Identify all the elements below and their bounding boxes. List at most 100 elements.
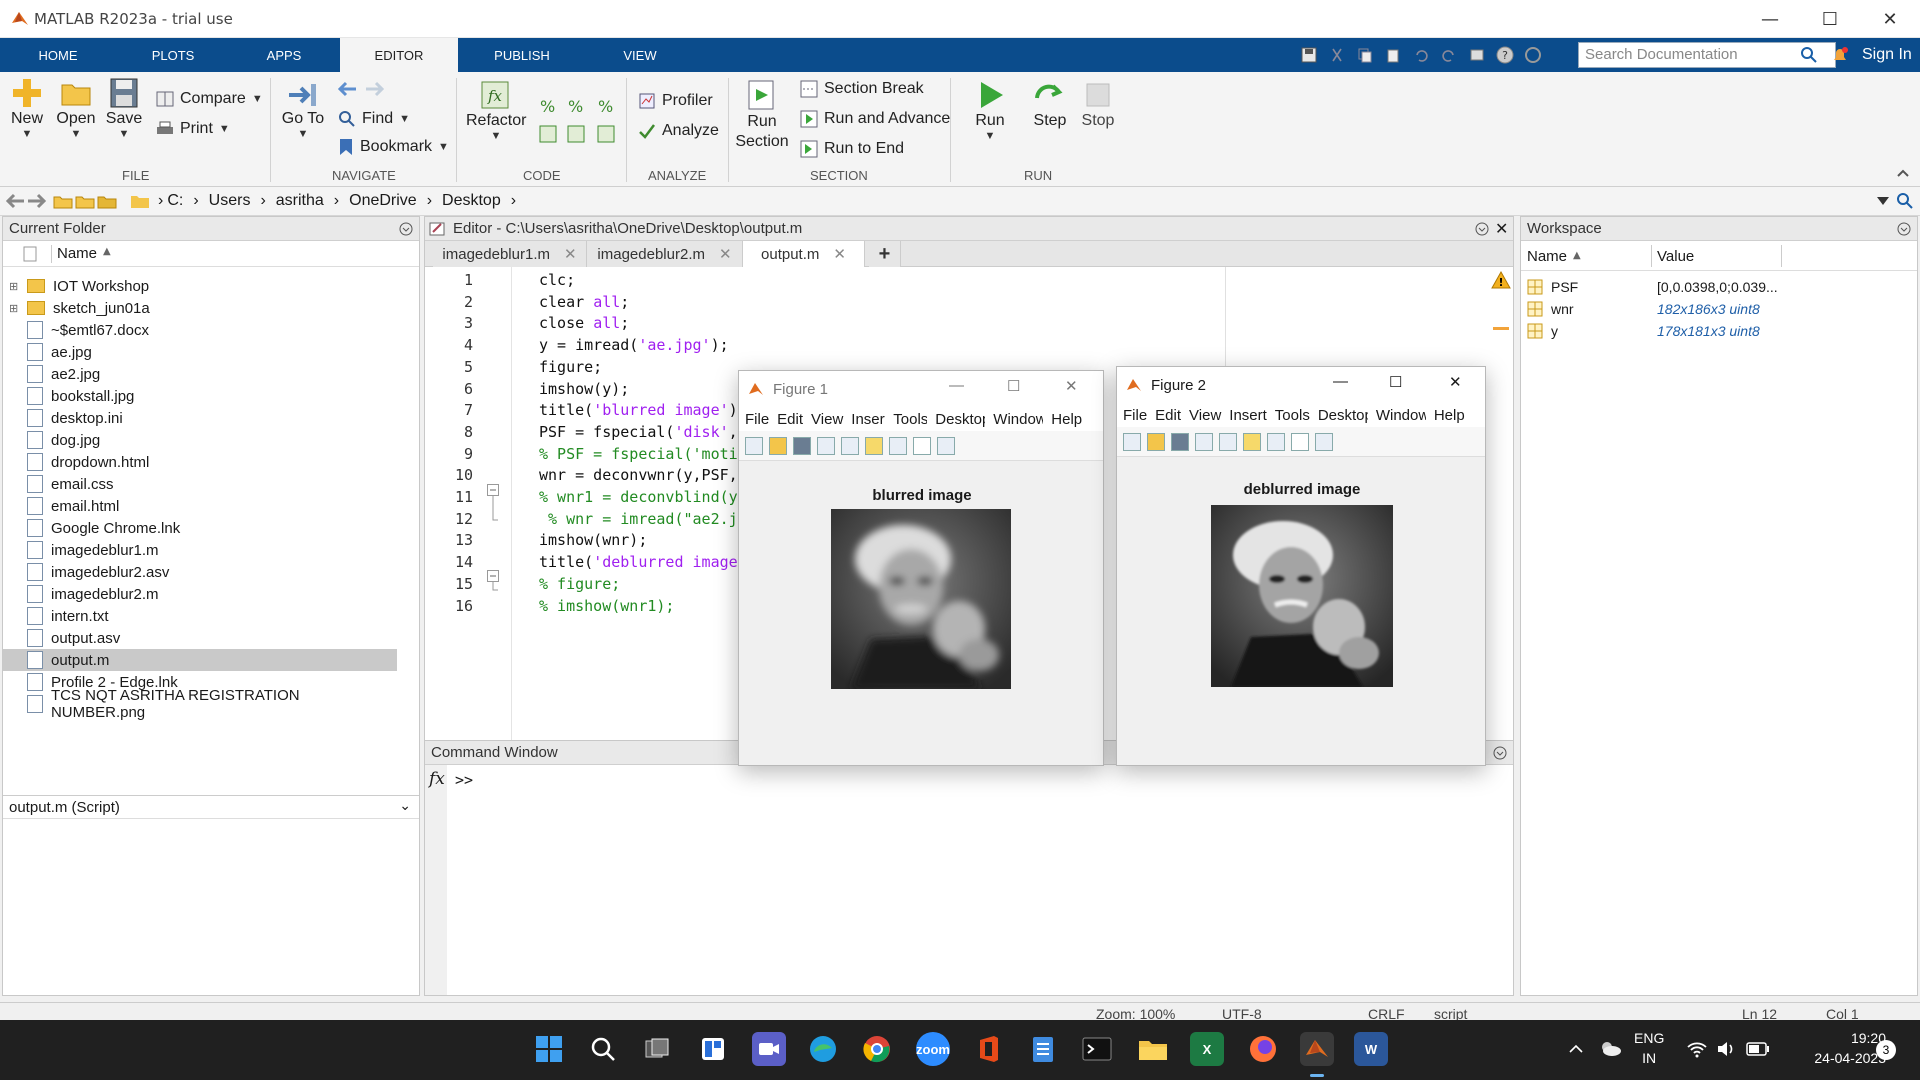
maximize-button[interactable]: ☐ — [1389, 373, 1402, 391]
step-button[interactable]: Step — [1026, 78, 1074, 130]
back-icon[interactable] — [4, 192, 26, 210]
goto-button[interactable]: Go To ▼ — [280, 80, 326, 140]
panel-menu-icon[interactable] — [1475, 222, 1489, 236]
close-tab-icon[interactable]: ✕ — [719, 245, 732, 263]
file-explorer-icon[interactable] — [1136, 1032, 1170, 1066]
search-icon[interactable] — [1800, 46, 1818, 64]
code-line[interactable]: clc; — [539, 271, 1139, 289]
paste-icon[interactable] — [1382, 44, 1404, 66]
function-browser-icon[interactable]: fx — [429, 769, 445, 789]
panel-menu-icon[interactable] — [399, 222, 413, 236]
menu-insert[interactable]: Insert — [1229, 407, 1267, 424]
breadcrumb-c[interactable]: C: — [167, 192, 183, 210]
tab-home[interactable]: HOME — [0, 38, 116, 72]
fold-marker-icon[interactable] — [487, 484, 499, 522]
file-list-item[interactable]: output.asv — [3, 627, 397, 649]
run-to-end-button[interactable]: Run to End — [800, 140, 904, 158]
help-icon[interactable]: ? — [1494, 44, 1516, 66]
figure-1-window[interactable]: Figure 1 — ☐ ✕ File Edit View Insert Too… — [738, 370, 1104, 766]
file-list-item[interactable]: ⊞ sketch_jun01a — [3, 297, 397, 319]
run-button[interactable]: Run ▼ — [966, 78, 1014, 142]
colorbar-icon[interactable] — [865, 436, 883, 455]
minimize-button[interactable]: — — [949, 377, 964, 394]
copy-icon[interactable] — [1354, 44, 1376, 66]
new-button[interactable]: New ▼ — [8, 76, 46, 140]
notification-badge[interactable]: 3 — [1876, 1040, 1896, 1060]
panel-menu-icon[interactable] — [1897, 222, 1911, 236]
menu-tools[interactable]: Tools — [1275, 407, 1310, 424]
workspace-value-column[interactable]: Value — [1657, 248, 1694, 265]
command-prompt[interactable]: >> — [455, 771, 473, 789]
maximize-button[interactable]: ☐ — [1800, 0, 1860, 38]
matlab-taskbar-icon[interactable] — [1300, 1032, 1334, 1066]
undo-icon[interactable] — [1410, 44, 1432, 66]
find-button[interactable]: Find ▼ — [338, 110, 410, 128]
close-tab-icon[interactable]: ✕ — [833, 245, 846, 263]
file-list-item[interactable]: intern.txt — [3, 605, 397, 627]
code-line[interactable]: PSF = fspecial('disk', — [539, 423, 753, 441]
open-button[interactable]: Open ▼ — [56, 76, 96, 140]
search-folder-icon[interactable] — [1896, 192, 1914, 210]
notification-bell-icon[interactable] — [1830, 45, 1850, 65]
minimize-button[interactable]: — — [1740, 0, 1800, 38]
wrap-comments-icon[interactable]: % — [596, 96, 616, 116]
menu-insert[interactable]: Insert — [851, 411, 885, 428]
warning-marker[interactable] — [1493, 327, 1509, 330]
breadcrumb-onedrive[interactable]: OneDrive — [349, 192, 417, 210]
chrome-icon[interactable] — [860, 1032, 894, 1066]
edge-icon[interactable] — [806, 1032, 840, 1066]
open-icon[interactable] — [769, 436, 787, 455]
battery-icon[interactable] — [1746, 1042, 1770, 1056]
file-list-item[interactable]: email.css — [3, 473, 397, 495]
save-icon[interactable] — [1298, 44, 1320, 66]
file-list-item[interactable]: dog.jpg — [3, 429, 397, 451]
save-icon[interactable] — [1171, 432, 1189, 451]
file-list-item[interactable]: output.m — [3, 649, 397, 671]
file-list-item[interactable]: ~$emtl67.docx — [3, 319, 397, 341]
breadcrumb-desktop[interactable]: Desktop — [442, 192, 501, 210]
expand-icon[interactable]: ⊞ — [9, 302, 19, 315]
details-bar[interactable]: output.m (Script) ⌄ — [3, 795, 419, 819]
workspace-name-column[interactable]: Name — [1527, 248, 1567, 265]
workspace-variable-row[interactable]: wnr 182x186x3 uint8 — [1527, 299, 1915, 319]
save-icon[interactable] — [793, 436, 811, 455]
file-list-item[interactable]: ae.jpg — [3, 341, 397, 363]
file-list-item[interactable]: desktop.ini — [3, 407, 397, 429]
fold-marker-icon[interactable] — [487, 570, 499, 592]
collapse-ribbon-icon[interactable] — [1896, 166, 1910, 180]
code-line[interactable]: title('blurred image') — [539, 401, 753, 419]
warning-icon[interactable]: ! — [1491, 271, 1511, 289]
pointer-icon[interactable] — [1291, 432, 1309, 451]
excel-icon[interactable]: X — [1190, 1032, 1224, 1066]
wifi-icon[interactable] — [1686, 1040, 1708, 1058]
pointer-icon[interactable] — [913, 436, 931, 455]
menu-edit[interactable]: Edit — [1155, 407, 1181, 424]
workspace-variable-row[interactable]: PSF [0,0.0398,0;0.039... — [1527, 277, 1915, 297]
panel-menu-icon[interactable] — [1493, 746, 1507, 760]
redo-icon[interactable] — [1438, 44, 1460, 66]
file-list-item[interactable]: dropdown.html — [3, 451, 397, 473]
menu-help[interactable]: Help — [1434, 407, 1465, 424]
firefox-icon[interactable] — [1246, 1032, 1280, 1066]
property-inspector-icon[interactable] — [937, 436, 955, 455]
file-list-item[interactable]: imagedeblur2.m — [3, 583, 397, 605]
tab-editor[interactable]: EDITOR — [340, 38, 458, 72]
office-icon[interactable] — [972, 1032, 1006, 1066]
volume-icon[interactable] — [1716, 1040, 1738, 1058]
minimize-button[interactable]: — — [1333, 373, 1348, 390]
section-break-button[interactable]: Section Break — [800, 80, 924, 98]
increase-indent-icon[interactable] — [596, 124, 616, 144]
close-button[interactable]: ✕ — [1065, 377, 1078, 395]
uncomment-icon[interactable]: % — [566, 96, 586, 116]
smart-indent-icon[interactable] — [538, 124, 558, 144]
stop-button[interactable]: Stop — [1074, 78, 1122, 130]
forward-icon[interactable] — [26, 192, 48, 210]
comment-icon[interactable]: % — [538, 96, 558, 116]
run-section-button[interactable]: Run Section — [734, 78, 790, 152]
close-button[interactable]: ✕ — [1860, 0, 1920, 38]
compare-button[interactable]: Compare ▼ — [156, 90, 263, 108]
workspace-variable-row[interactable]: y 178x181x3 uint8 — [1527, 321, 1915, 341]
link-plot-icon[interactable] — [1219, 432, 1237, 451]
task-view-icon[interactable] — [640, 1032, 674, 1066]
code-line[interactable]: % PSF = fspecial('moti — [539, 445, 753, 463]
